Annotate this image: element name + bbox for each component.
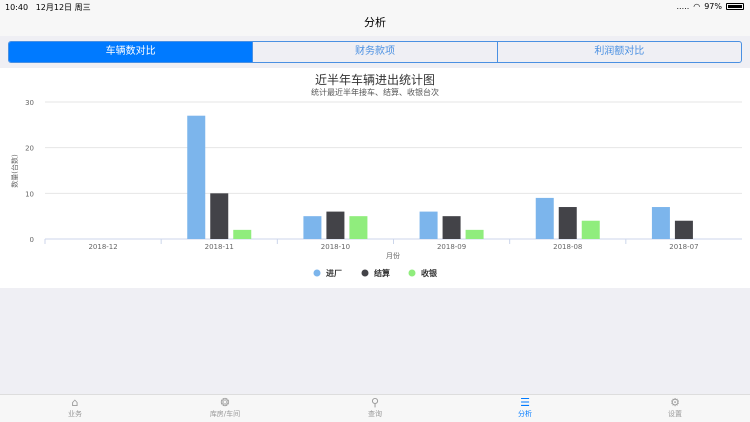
tabbar-item-warehouse[interactable]: ❂ 库房/车间 bbox=[150, 395, 300, 422]
bar-结算 bbox=[326, 211, 345, 239]
bar-收银 bbox=[581, 220, 600, 239]
signal-icon: ..... bbox=[676, 2, 690, 11]
bar-进厂 bbox=[535, 197, 554, 239]
bar-结算 bbox=[442, 216, 461, 239]
search-icon: ⚲ bbox=[370, 396, 380, 409]
status-bar: 10:40 12月12日 周三 ..... ◠ 97% bbox=[0, 0, 750, 14]
y-tick-label: 0 bbox=[30, 236, 34, 244]
x-tick-label: 2018-07 bbox=[669, 243, 698, 251]
gear-icon: ⚙ bbox=[670, 396, 680, 409]
bar-收银 bbox=[349, 216, 368, 239]
x-tick-label: 2018-09 bbox=[437, 243, 466, 251]
tab-vehicle-count[interactable]: 车辆数对比 bbox=[9, 42, 253, 62]
tabbar-item-settings[interactable]: ⚙ 设置 bbox=[600, 395, 750, 422]
battery-percent: 97% bbox=[704, 2, 722, 11]
bar-进厂 bbox=[187, 115, 206, 239]
bar-收银 bbox=[233, 229, 252, 239]
bar-结算 bbox=[210, 193, 229, 239]
bar-进厂 bbox=[651, 207, 670, 239]
aperture-icon: ❂ bbox=[220, 396, 230, 409]
wifi-icon: ◠ bbox=[693, 2, 701, 11]
tabbar-item-query[interactable]: ⚲ 查询 bbox=[300, 395, 450, 422]
legend-item[interactable]: 收银 bbox=[421, 268, 438, 278]
status-time: 10:40 12月12日 周三 bbox=[5, 3, 91, 12]
y-axis-label: 数量(台数) bbox=[10, 154, 19, 188]
tab-finance[interactable]: 财务款项 bbox=[252, 42, 496, 62]
legend-marker bbox=[408, 269, 416, 277]
battery-icon bbox=[726, 3, 744, 10]
bar-结算 bbox=[674, 220, 693, 239]
segmented-control: 车辆数对比 财务款项 利润额对比 bbox=[8, 41, 742, 63]
x-tick-label: 2018-10 bbox=[321, 243, 350, 251]
bar-chart: 0 10 20 30 数量(台数) 2018-12 2018-11 2018-10 2018-0… bbox=[10, 99, 742, 278]
bar-进厂 bbox=[303, 216, 322, 239]
chart-card: 近半年车辆进出统计图 统计最近半年接车、结算、收银台次 0 10 20 30 数量(台数… bbox=[0, 68, 750, 288]
y-tick-label: 10 bbox=[25, 190, 34, 198]
y-tick-label: 20 bbox=[25, 145, 34, 153]
tabbar-item-business[interactable]: ⌂ 业务 bbox=[0, 395, 150, 422]
legend-marker bbox=[361, 269, 369, 277]
legend-item[interactable]: 进厂 bbox=[326, 268, 342, 278]
bar-进厂 bbox=[419, 211, 438, 239]
tabbar-item-analysis[interactable]: ☰ 分析 bbox=[450, 395, 600, 422]
bar-收银 bbox=[465, 229, 484, 239]
y-tick-label: 30 bbox=[25, 99, 34, 107]
legend-marker bbox=[313, 269, 321, 277]
x-tick-label: 2018-08 bbox=[553, 243, 582, 251]
x-tick-label: 2018-12 bbox=[88, 243, 117, 251]
tab-bar: ⌂ 业务 ❂ 库房/车间 ⚲ 查询 ☰ 分析 ⚙ 设置 bbox=[0, 394, 750, 422]
tab-profit[interactable]: 利润额对比 bbox=[496, 42, 741, 62]
bar-结算 bbox=[558, 207, 577, 239]
x-tick-label: 2018-11 bbox=[205, 243, 234, 251]
page-title: 分析 bbox=[364, 16, 386, 29]
home-icon: ⌂ bbox=[71, 396, 79, 409]
list-icon: ☰ bbox=[520, 396, 530, 409]
legend-item[interactable]: 结算 bbox=[374, 268, 390, 278]
x-axis-label: 月份 bbox=[386, 251, 400, 260]
nav-bar: 分析 bbox=[0, 14, 750, 36]
